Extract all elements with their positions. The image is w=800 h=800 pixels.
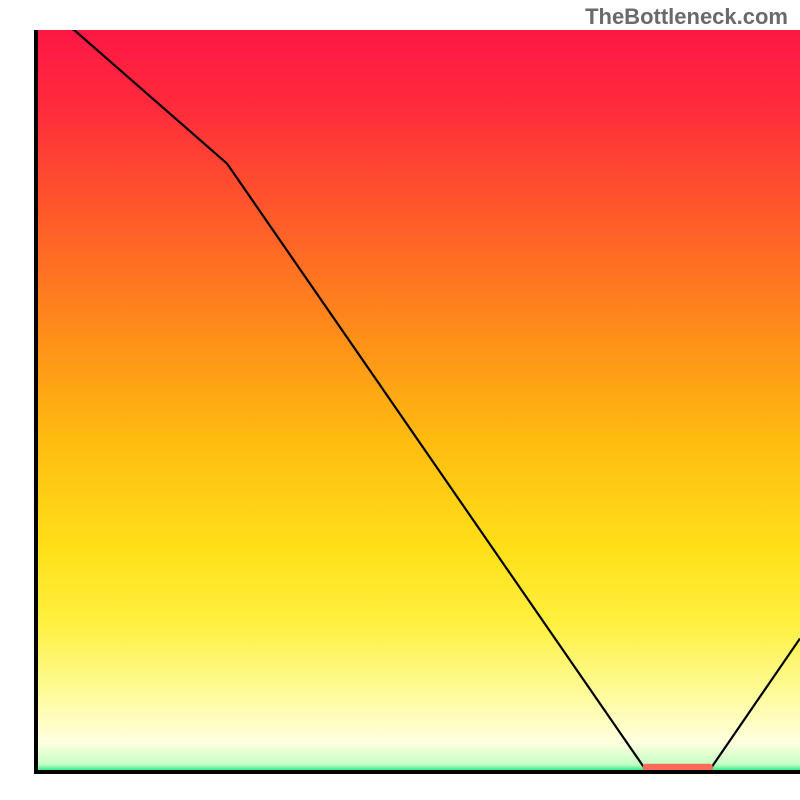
- watermark-text: TheBottleneck.com: [585, 4, 788, 30]
- chart-container: TheBottleneck.com: [0, 0, 800, 800]
- gradient-background: [36, 30, 800, 772]
- plot-area: [36, 15, 800, 773]
- bottleneck-chart: [0, 0, 800, 800]
